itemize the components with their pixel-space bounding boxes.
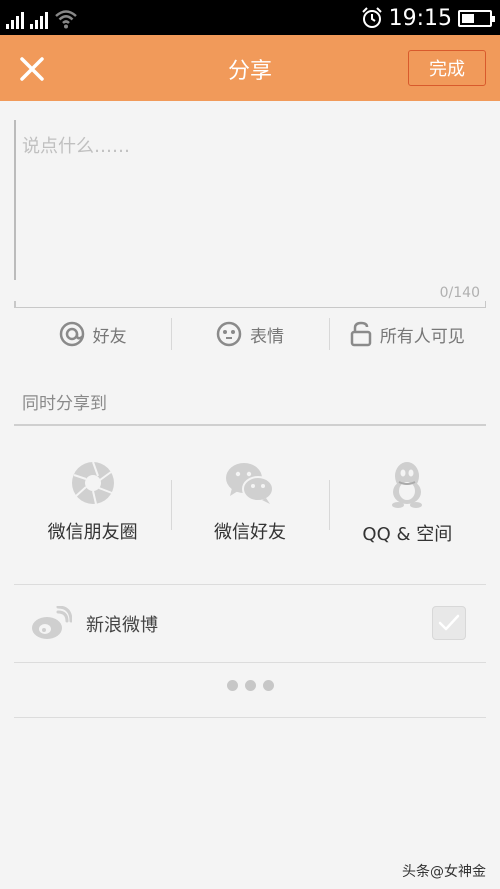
- share-target-label: 微信朋友圈: [47, 522, 138, 543]
- share-wechat-moments[interactable]: 微信朋友圈: [14, 460, 171, 560]
- char-counter: 0/140: [439, 285, 480, 301]
- weibo-checkbox[interactable]: [432, 606, 466, 640]
- status-time: 19:15: [388, 5, 452, 31]
- divider: [14, 717, 486, 718]
- option-label: 表情: [249, 326, 284, 347]
- mention-friends-button[interactable]: 好友: [14, 312, 171, 356]
- weibo-label: 新浪微博: [86, 615, 158, 636]
- divider: [14, 584, 486, 585]
- emoji-icon: [216, 321, 242, 347]
- at-icon: [59, 321, 84, 347]
- compose-area: 0/140: [14, 120, 486, 308]
- battery-fill: [462, 13, 474, 23]
- share-target-label: QQ & 空间: [362, 524, 453, 545]
- divider: [14, 662, 486, 663]
- status-bar: 19:15: [0, 0, 500, 35]
- option-label: 所有人可见: [379, 326, 465, 347]
- more-dot: [226, 680, 238, 691]
- option-label: 好友: [92, 326, 127, 347]
- qq-icon: [392, 462, 423, 508]
- done-button[interactable]: 完成: [408, 50, 486, 86]
- signal-icon: [30, 11, 48, 29]
- status-icons-right: 19:15: [361, 4, 495, 32]
- message-input[interactable]: [14, 120, 486, 280]
- header-bar: 分享 完成: [0, 35, 500, 101]
- more-button[interactable]: [0, 680, 500, 691]
- battery-icon: [458, 9, 495, 27]
- share-qq[interactable]: QQ & 空间: [328, 460, 486, 560]
- divider: [14, 424, 486, 426]
- checkmark-icon: [438, 614, 460, 631]
- emoji-button[interactable]: 表情: [171, 312, 328, 356]
- weibo-row[interactable]: 新浪微博: [14, 586, 486, 662]
- watermark: 头条@女神金: [402, 864, 486, 880]
- signal-icon: [6, 11, 24, 29]
- share-targets: 微信朋友圈 微信好友 QQ & 空间: [14, 460, 486, 560]
- wechat-icon: [225, 463, 274, 504]
- more-dot: [262, 680, 274, 691]
- lock-icon: [350, 321, 372, 347]
- share-target-label: 微信好友: [213, 522, 286, 543]
- weibo-icon: [32, 606, 72, 639]
- status-icons-left: [6, 7, 78, 29]
- more-dot: [244, 680, 256, 691]
- wifi-icon: [55, 10, 77, 29]
- visibility-button[interactable]: 所有人可见: [328, 312, 486, 356]
- share-section-label: 同时分享到: [22, 394, 107, 414]
- share-wechat-friends[interactable]: 微信好友: [171, 460, 328, 560]
- alarm-clock-icon: [361, 7, 382, 28]
- wechat-moments-icon: [71, 461, 114, 505]
- compose-options: 好友 表情 所有人可见: [14, 312, 486, 356]
